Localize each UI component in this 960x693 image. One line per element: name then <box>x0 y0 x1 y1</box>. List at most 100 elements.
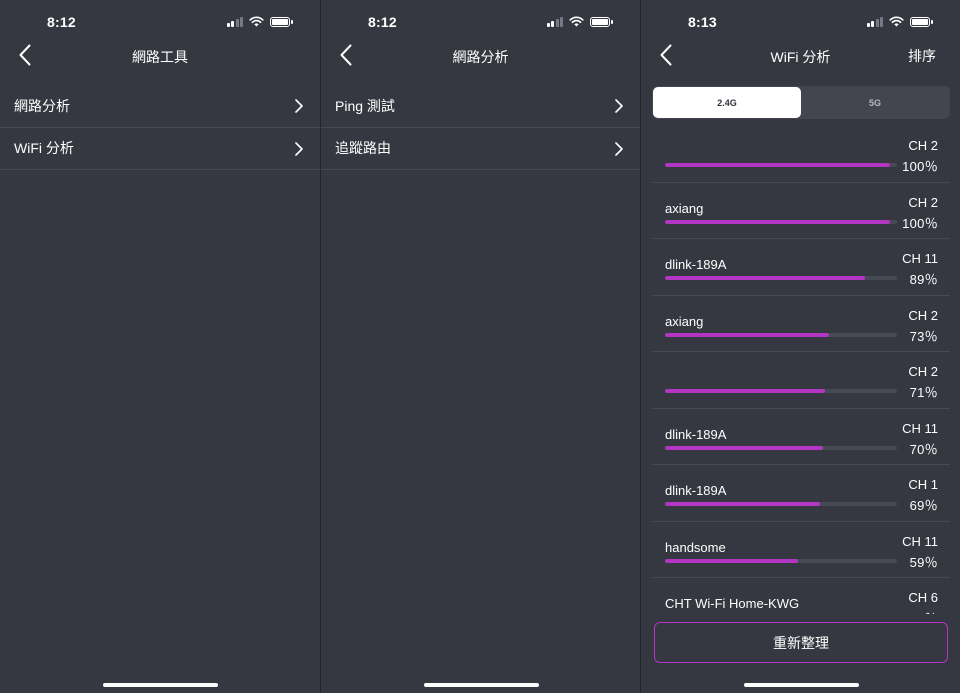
screen-network-analysis: 8:12 網路分析 Ping 測試 追蹤路由 <box>320 0 640 693</box>
network-ssid: axiang <box>665 313 704 329</box>
signal-bar-track <box>665 389 897 393</box>
table-row: axiang CH 2 100％ <box>652 183 950 239</box>
signal-bar-fill <box>665 445 823 450</box>
screens-container: 8:12 網路工具 網路分析 WiFi 分析 8:12 網路分析 Ping 測試… <box>0 0 960 693</box>
network-signal-percent: 52％ <box>910 608 938 614</box>
signal-bar-track <box>665 163 897 167</box>
network-channel: CH 11 <box>902 251 938 266</box>
menu-item-label: WiFi 分析 <box>14 140 74 157</box>
chevron-right-icon <box>295 99 303 113</box>
network-channel: CH 2 <box>908 307 938 323</box>
page-title: 網路工具 <box>132 49 188 65</box>
network-channel: CH 11 <box>902 420 938 436</box>
chevron-right-icon <box>295 141 303 156</box>
battery-icon <box>910 16 933 27</box>
battery-icon <box>590 16 613 27</box>
chevron-left-icon <box>19 44 31 66</box>
network-channel: CH 1 <box>908 477 938 492</box>
signal-bar-fill <box>665 332 830 337</box>
cellular-signal-icon <box>866 16 883 27</box>
home-indicator[interactable] <box>744 683 859 687</box>
sort-button[interactable]: 排序 <box>908 46 936 66</box>
menu-item-label: 追蹤路由 <box>335 140 391 157</box>
table-row: handsome CH 11 59％ <box>652 522 950 578</box>
network-ssid: handsome <box>665 539 726 555</box>
refresh-button[interactable]: 重新整理 <box>654 622 948 663</box>
signal-bar-track <box>665 276 897 280</box>
back-button[interactable] <box>331 40 361 70</box>
signal-bar-fill <box>665 219 891 224</box>
network-ssid: dlink-189A <box>665 257 727 272</box>
network-channel: CH 6 <box>908 590 938 605</box>
chevron-left-icon <box>340 44 352 66</box>
network-channel: CH 2 <box>908 138 938 153</box>
network-channel: CH 2 <box>908 194 938 210</box>
home-indicator[interactable] <box>424 683 539 687</box>
signal-bar-fill <box>665 389 825 393</box>
wifi-status-icon <box>569 16 584 27</box>
screen-network-tools: 8:12 網路工具 網路分析 WiFi 分析 <box>0 0 320 693</box>
home-indicator[interactable] <box>103 683 218 687</box>
nav-bar: 網路分析 <box>321 38 640 74</box>
menu-item-traceroute[interactable]: 追蹤路由 <box>321 128 640 170</box>
signal-bar-fill <box>665 502 821 506</box>
signal-bar-track <box>665 219 897 224</box>
table-row: dlink-189A CH 11 70％ <box>652 409 950 465</box>
table-row: CH 2 71％ <box>652 352 950 409</box>
cellular-signal-icon <box>546 16 563 27</box>
back-button[interactable] <box>651 40 681 70</box>
network-signal-percent: 71％ <box>909 385 938 400</box>
wifi-status-icon <box>249 16 264 27</box>
page-title: WiFi 分析 <box>770 49 831 65</box>
wifi-network-list[interactable]: CH 2 100％ axiang CH 2 100％ dlink-189A CH 11 89％… <box>652 126 950 614</box>
menu-item-wifi-analysis[interactable]: WiFi 分析 <box>0 128 320 170</box>
network-signal-percent: 89％ <box>909 272 938 287</box>
table-row: dlink-189A CH 1 69％ <box>652 465 950 522</box>
chevron-right-icon <box>615 99 623 113</box>
network-channel: CH 2 <box>908 364 938 379</box>
signal-bar-track <box>665 502 897 506</box>
network-ssid: axiang <box>665 200 704 216</box>
status-icons <box>866 16 933 27</box>
network-signal-percent: 100％ <box>902 215 938 231</box>
wifi-status-icon <box>889 16 904 27</box>
status-icons <box>546 16 613 27</box>
network-signal-percent: 59％ <box>909 554 938 570</box>
tab-5g[interactable]: 5G <box>801 87 949 118</box>
page-title: 網路分析 <box>452 49 509 65</box>
signal-bar-track <box>665 332 897 337</box>
menu-list: 網路分析 WiFi 分析 <box>0 85 320 170</box>
network-channel: CH 11 <box>902 533 938 549</box>
network-signal-percent: 69％ <box>909 498 938 513</box>
signal-bar-track <box>665 558 897 563</box>
status-time: 8:12 <box>47 14 76 30</box>
table-row: CHT Wi-Fi Home-KWG CH 6 52％ <box>652 578 950 614</box>
table-row: dlink-189A CH 11 89％ <box>652 239 950 296</box>
nav-bar: 網路工具 <box>0 38 320 74</box>
menu-item-ping-test[interactable]: Ping 測試 <box>321 85 640 128</box>
network-ssid: dlink-189A <box>665 426 727 442</box>
nav-bar: WiFi 分析 排序 <box>641 38 960 74</box>
menu-item-network-analysis[interactable]: 網路分析 <box>0 85 320 128</box>
status-bar: 8:12 <box>0 0 320 42</box>
signal-bar-track <box>665 445 897 450</box>
tab-2-4g[interactable]: 2.4G <box>653 87 801 118</box>
band-segmented-control: 2.4G 5G <box>652 86 950 119</box>
network-signal-percent: 100％ <box>902 159 938 174</box>
network-signal-percent: 73％ <box>909 328 938 344</box>
signal-bar-fill <box>665 163 891 167</box>
screen-wifi-analysis: 8:13 WiFi 分析 排序 2.4G 5G CH 2 100％ axiang CH… <box>640 0 960 693</box>
menu-list: Ping 測試 追蹤路由 <box>321 85 640 170</box>
status-icons <box>226 16 293 27</box>
status-bar: 8:13 <box>641 0 960 42</box>
table-row: axiang CH 2 73％ <box>652 296 950 352</box>
table-row: CH 2 100％ <box>652 126 950 183</box>
signal-bar-fill <box>665 558 798 563</box>
chevron-right-icon <box>615 141 623 156</box>
menu-item-label: Ping 測試 <box>335 97 395 114</box>
status-time: 8:12 <box>368 14 397 30</box>
battery-icon <box>270 16 293 27</box>
menu-item-label: 網路分析 <box>14 97 70 114</box>
back-button[interactable] <box>10 40 40 70</box>
signal-bar-fill <box>665 276 866 280</box>
